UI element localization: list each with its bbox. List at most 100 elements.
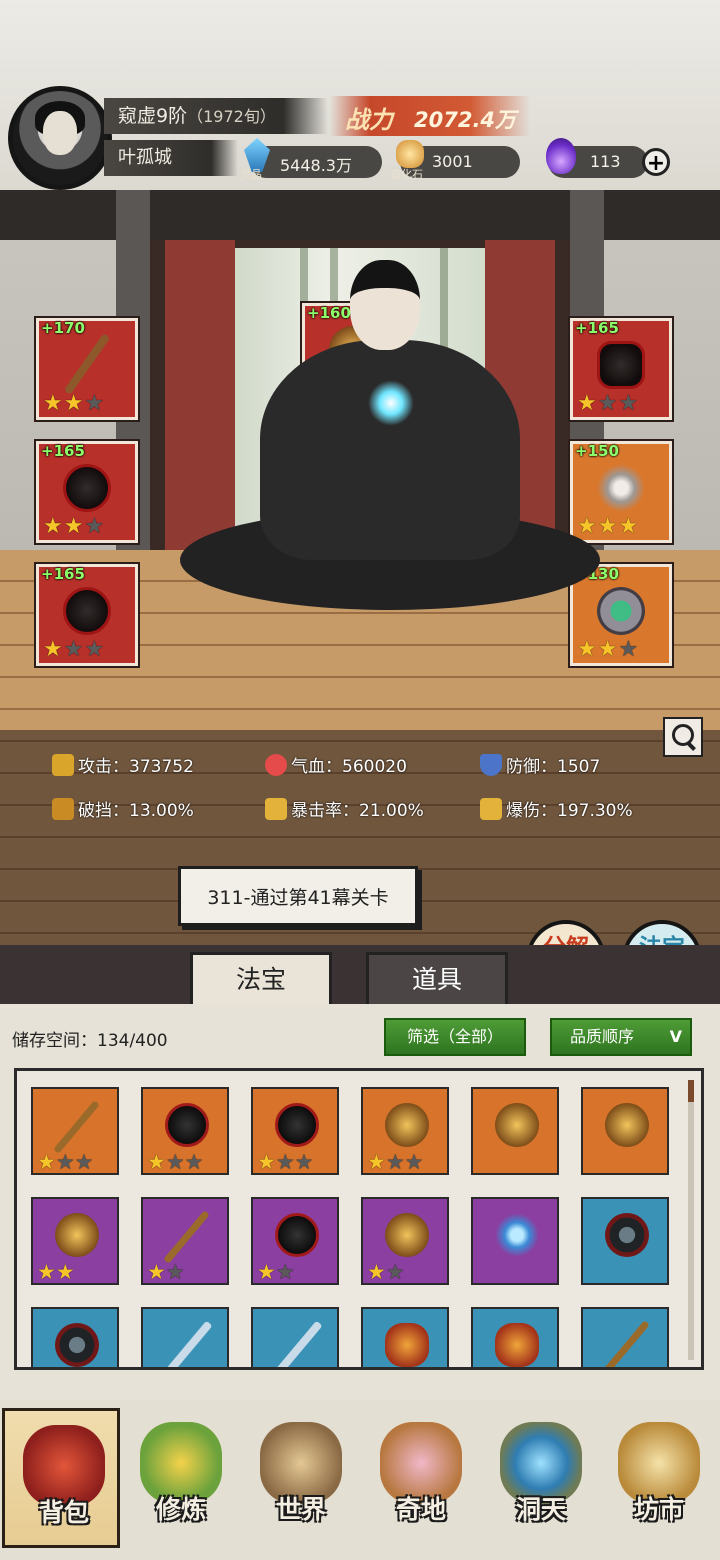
item-art bbox=[605, 1213, 649, 1257]
inventory-item[interactable] bbox=[31, 1307, 119, 1367]
nav-label: 世界 bbox=[275, 1495, 326, 1524]
inventory-item[interactable]: ★★ bbox=[361, 1197, 449, 1285]
stat-crit-rate: 暴击率：21.00% bbox=[265, 796, 424, 821]
power-label: 战力 bbox=[345, 106, 393, 134]
nav-label: 坊市 bbox=[633, 1495, 684, 1524]
equip-level: +165 bbox=[575, 319, 619, 337]
inventory-item[interactable]: ★★★ bbox=[361, 1087, 449, 1175]
equip-slot-armor[interactable]: +165 ★★★ bbox=[36, 441, 138, 543]
item-art bbox=[495, 1103, 539, 1147]
star-rating: ★★ bbox=[37, 1260, 75, 1284]
hero-character bbox=[180, 240, 600, 610]
equip-level: +170 bbox=[41, 319, 85, 337]
stone-icon bbox=[396, 140, 424, 168]
scrollbar-thumb[interactable] bbox=[688, 1080, 694, 1102]
stone-caption: 造化石 bbox=[390, 168, 423, 181]
item-art bbox=[55, 1213, 99, 1257]
nav-label: 洞天 bbox=[515, 1495, 566, 1524]
item-art bbox=[163, 1210, 210, 1264]
rank-text: 窥虚9阶 bbox=[118, 105, 188, 127]
inventory-item[interactable]: ★★★ bbox=[31, 1087, 119, 1175]
item-art bbox=[385, 1323, 429, 1367]
mission-banner[interactable]: 311-通过第41幕关卡 bbox=[178, 866, 418, 926]
player-avatar[interactable] bbox=[8, 86, 112, 190]
equip-slot-amulet[interactable]: +150 ★★★ bbox=[570, 441, 672, 543]
power-value: 2072.4万 bbox=[414, 108, 517, 132]
inventory-item[interactable] bbox=[581, 1197, 669, 1285]
star-rating: ★★★ bbox=[147, 1150, 204, 1174]
equip-slot-weapon[interactable]: +170 ★★★ bbox=[36, 318, 138, 420]
stone-value: 3001 bbox=[432, 152, 473, 171]
tab-items[interactable]: 道具 bbox=[366, 952, 508, 1008]
item-art bbox=[271, 1320, 323, 1367]
equip-level: +165 bbox=[41, 565, 85, 583]
nav-label: 修炼 bbox=[155, 1495, 206, 1524]
inventory-item[interactable] bbox=[581, 1087, 669, 1175]
star-rating: ★★★ bbox=[43, 391, 106, 416]
inventory-item[interactable]: ★★ bbox=[251, 1197, 339, 1285]
tab-treasure[interactable]: 法宝 bbox=[190, 952, 332, 1008]
inventory-item[interactable] bbox=[141, 1307, 229, 1367]
star-rating: ★★ bbox=[147, 1260, 185, 1284]
item-art bbox=[275, 1103, 319, 1147]
nav-cave[interactable]: 洞天 bbox=[482, 1408, 600, 1548]
defense-value: 防御：1507 bbox=[506, 757, 601, 777]
star-rating: ★★ bbox=[257, 1260, 295, 1284]
item-art bbox=[385, 1213, 429, 1257]
nav-world[interactable]: 世界 bbox=[242, 1408, 360, 1548]
star-rating: ★★★ bbox=[43, 637, 106, 662]
break-shield-icon bbox=[52, 798, 74, 820]
star-rating: ★★ bbox=[367, 1260, 405, 1284]
inventory-item[interactable] bbox=[471, 1307, 559, 1367]
add-resource-button[interactable]: + bbox=[642, 148, 670, 176]
sort-label: 品质顺序 bbox=[570, 1027, 635, 1046]
item-art bbox=[165, 1103, 209, 1147]
equip-slot-ring[interactable]: +130 ★★★ bbox=[570, 564, 672, 666]
inventory-item[interactable]: ★★ bbox=[141, 1197, 229, 1285]
inventory-item[interactable]: ★★★ bbox=[251, 1087, 339, 1175]
zoom-button[interactable] bbox=[663, 717, 703, 757]
crit-damage-icon bbox=[480, 798, 502, 820]
nav-bag[interactable]: 背包 bbox=[2, 1408, 120, 1548]
filter-button[interactable]: 筛选（全部） bbox=[384, 1018, 526, 1056]
stat-crit-damage: 爆伤：197.30% bbox=[480, 796, 633, 821]
item-art bbox=[603, 1320, 650, 1367]
star-rating: ★★★ bbox=[43, 514, 106, 539]
stat-attack: 攻击：373752 bbox=[52, 752, 194, 777]
item-art bbox=[161, 1320, 213, 1367]
nav-label: 奇地 bbox=[395, 1495, 446, 1524]
star-rating: ★★★ bbox=[577, 391, 640, 416]
stat-hp: 气血：560020 bbox=[265, 752, 407, 777]
shield-icon bbox=[480, 754, 502, 776]
equip-slot-boots[interactable]: +165 ★★★ bbox=[36, 564, 138, 666]
nav-market[interactable]: 坊市 bbox=[600, 1408, 718, 1548]
sort-dropdown[interactable]: 品质顺序 V bbox=[550, 1018, 692, 1056]
rank-plate: 窥虚9阶（1972旬） bbox=[104, 98, 328, 134]
pierce-value: 破挡：13.00% bbox=[78, 801, 194, 821]
inventory-grid: ★★★ ★★★ ★★★ ★★★ ★★ ★★ ★★ ★★ bbox=[14, 1068, 704, 1370]
nav-cultivate[interactable]: 修炼 bbox=[122, 1408, 240, 1548]
spirit-orb bbox=[368, 380, 414, 426]
scrollbar[interactable] bbox=[688, 1080, 694, 1360]
storage-capacity: 储存空间：134/400 bbox=[12, 1031, 168, 1051]
equip-slot-crown[interactable]: +165 ★★★ bbox=[570, 318, 672, 420]
star-rating: ★★★ bbox=[577, 514, 640, 539]
inventory-item[interactable] bbox=[251, 1307, 339, 1367]
age-text: （1972旬） bbox=[187, 107, 276, 126]
star-rating: ★★★ bbox=[257, 1150, 314, 1174]
inventory-item[interactable]: ★★★ bbox=[141, 1087, 229, 1175]
tab-bar bbox=[0, 945, 720, 1005]
stat-defense: 防御：1507 bbox=[480, 752, 600, 777]
purple-flame-icon bbox=[546, 138, 576, 174]
inventory-item[interactable]: ★★ bbox=[31, 1197, 119, 1285]
inventory-item[interactable] bbox=[581, 1307, 669, 1367]
inventory-item[interactable] bbox=[471, 1197, 559, 1285]
item-art bbox=[495, 1323, 539, 1367]
nav-wonderland[interactable]: 奇地 bbox=[362, 1408, 480, 1548]
inventory-item[interactable] bbox=[361, 1307, 449, 1367]
inventory-item[interactable] bbox=[471, 1087, 559, 1175]
nav-label: 背包 bbox=[38, 1498, 89, 1527]
star-rating: ★★★ bbox=[37, 1150, 94, 1174]
crystal-value: 5448.3万 bbox=[280, 156, 352, 175]
chevron-down-icon: V bbox=[669, 1027, 682, 1046]
